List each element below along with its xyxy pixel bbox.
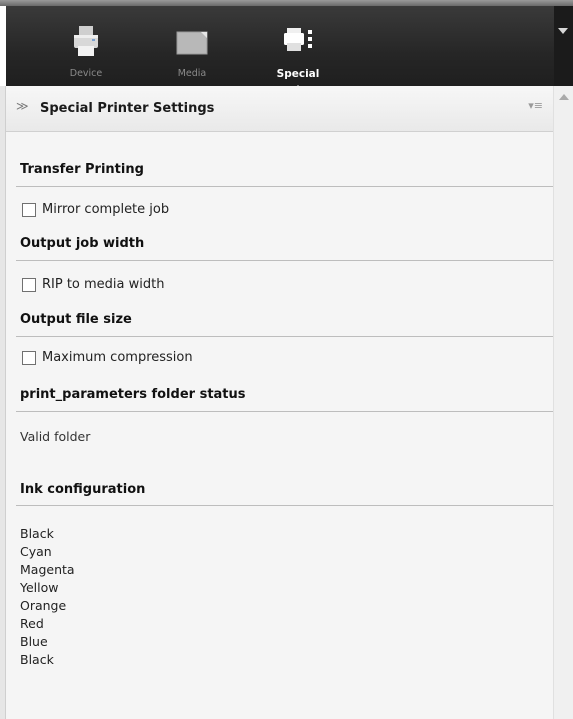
group-title-folder-status: print_parameters folder status [20,387,246,402]
vertical-scrollbar[interactable] [553,86,573,719]
divider [16,411,553,412]
collapse-chevron-icon[interactable]: ≫ [16,99,29,113]
section-title: Special Printer Settings [40,101,215,116]
divider [16,505,553,506]
folder-status-value: Valid folder [20,429,91,444]
toolbar-dropdown[interactable] [554,6,573,86]
tab-device-label: Device [69,68,103,79]
tab-device[interactable]: Device [46,12,126,86]
section-menu-icon[interactable]: ▾≡ [528,99,543,112]
scroll-up-arrow-icon[interactable] [559,94,569,100]
chevron-down-icon [558,28,568,34]
mirror-complete-job-label[interactable]: Mirror complete job [42,202,169,217]
settings-content: Transfer Printing Mirror complete job Ou… [6,132,553,719]
list-item: Black [20,526,54,541]
rip-to-media-width-label[interactable]: RIP to media width [42,277,164,292]
printer-icon [74,26,98,56]
list-item: Magenta [20,562,75,577]
group-title-transfer-printing: Transfer Printing [20,162,144,177]
rip-to-media-width-checkbox[interactable] [22,278,36,292]
list-item: Orange [20,598,67,613]
list-item: Cyan [20,544,52,559]
maximum-compression-checkbox[interactable] [22,351,36,365]
divider [16,336,553,337]
tab-special-label: Special [276,68,320,80]
tab-media[interactable]: Media [152,12,232,86]
ink-list: Black Cyan Magenta Yellow Orange Red Blu… [20,525,75,669]
group-title-output-file-size: Output file size [20,312,132,327]
list-item: Red [20,616,44,631]
maximum-compression-label[interactable]: Maximum compression [42,350,193,365]
media-icon [176,31,208,55]
divider [16,260,553,261]
divider [16,186,553,187]
mirror-complete-job-checkbox[interactable] [22,203,36,217]
list-item: Blue [20,634,48,649]
tab-special[interactable]: Special [258,12,338,92]
toolbar: Device Media Special [6,6,554,92]
section-header[interactable]: ≫ Special Printer Settings ▾≡ [6,86,553,132]
tab-media-label: Media [177,68,207,79]
list-item: Yellow [20,580,59,595]
special-settings-icon [284,28,312,51]
group-title-output-job-width: Output job width [20,236,145,251]
list-item: Black [20,652,54,667]
group-title-ink-configuration: Ink configuration [20,482,146,497]
